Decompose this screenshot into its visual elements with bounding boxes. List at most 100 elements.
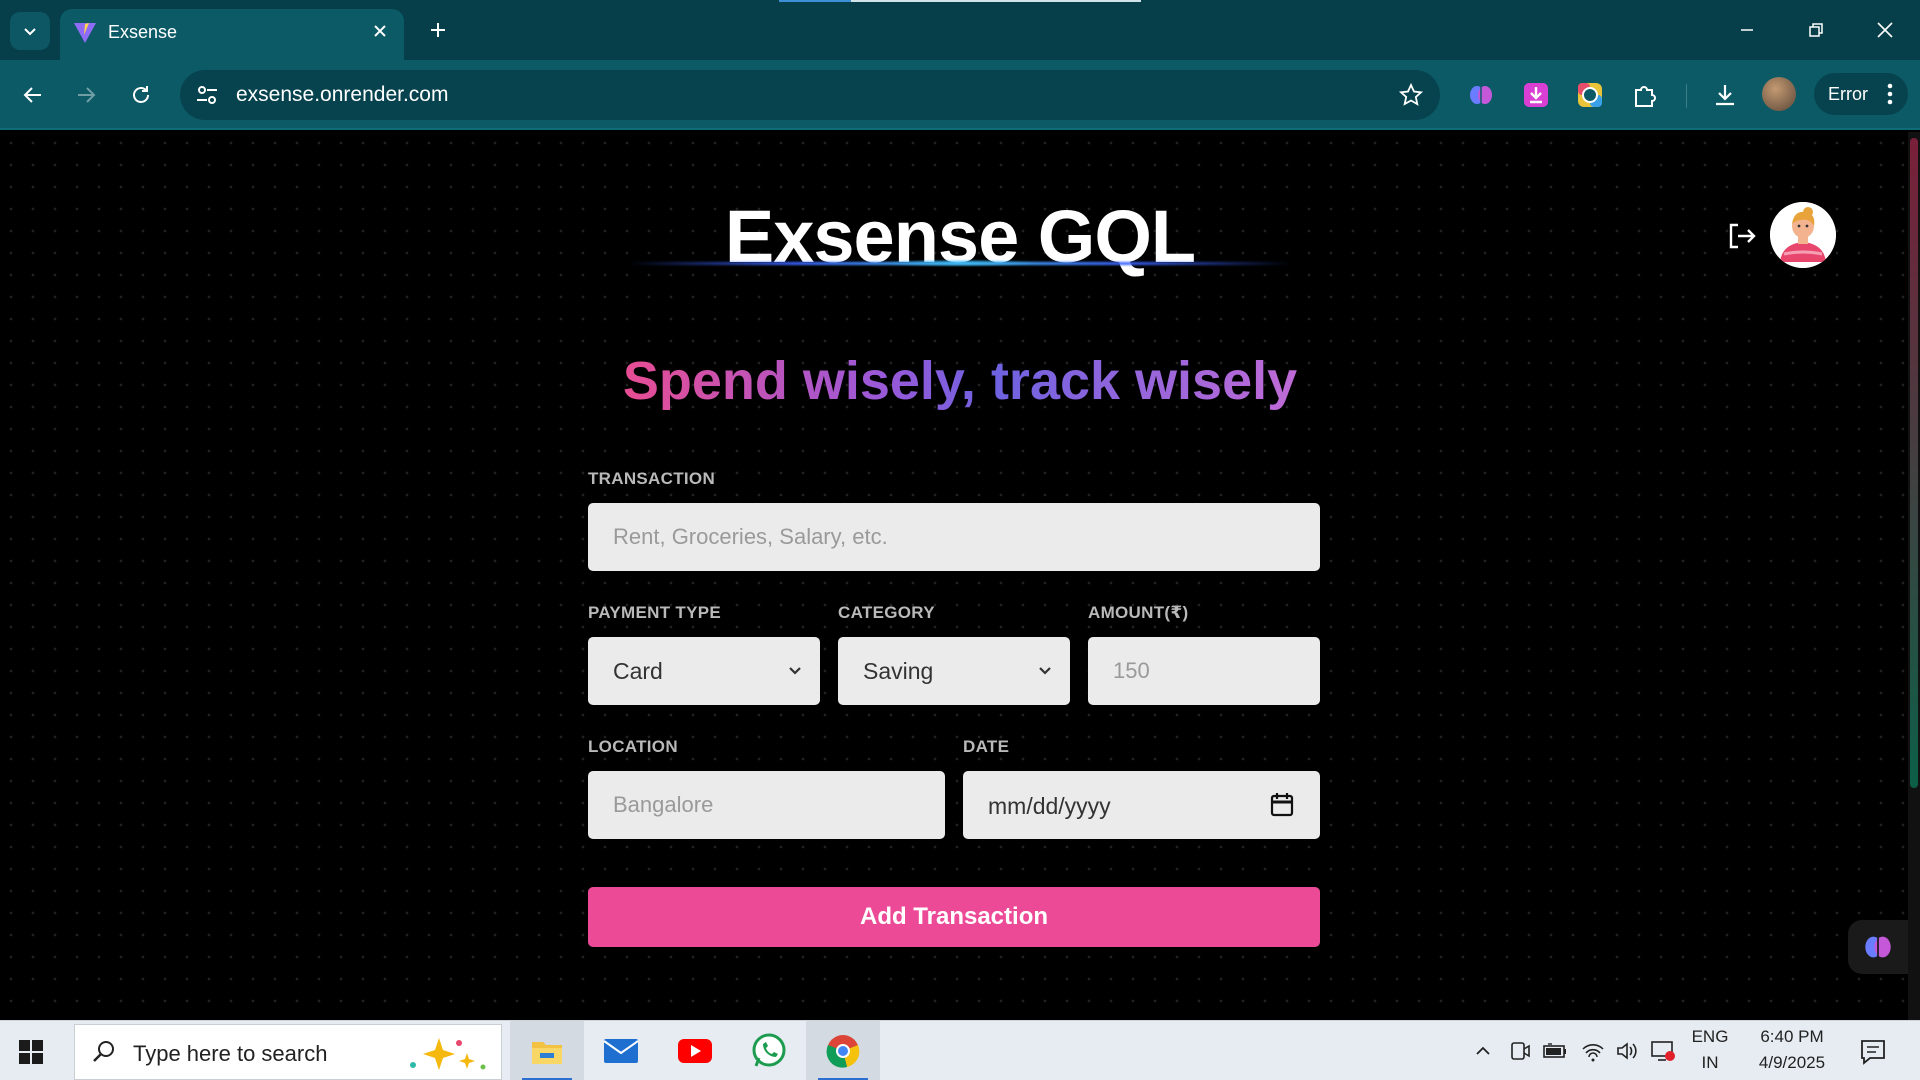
search-placeholder: Type here to search [133, 1041, 328, 1066]
browser-toolbar: exsense.onrender.com Error [0, 60, 1920, 130]
profile-error-button[interactable]: Error [1814, 73, 1908, 115]
transaction-input[interactable] [588, 503, 1320, 571]
payment-type-label: PAYMENT TYPE [588, 603, 722, 622]
download-extension-button[interactable] [1517, 76, 1555, 114]
chrome-icon [826, 1035, 860, 1068]
battery-icon [1543, 1043, 1566, 1058]
location-label: LOCATION [588, 737, 678, 756]
date-label: DATE [963, 737, 1010, 756]
payment-type-select[interactable]: Card [588, 637, 820, 705]
taskbar-search[interactable]: Type here to search [74, 1024, 502, 1080]
page-scrollbar[interactable] [1908, 132, 1920, 1020]
error-label: Error [1828, 84, 1868, 104]
brain-extension-button[interactable] [1462, 76, 1500, 114]
wifi-icon [1582, 1044, 1604, 1062]
clock-time[interactable]: 6:40 PM [1742, 1027, 1842, 1047]
minimize-button[interactable] [1724, 10, 1770, 50]
taskbar-whatsapp[interactable] [732, 1021, 806, 1080]
arrow-left-icon [23, 87, 41, 103]
security-tray-button[interactable] [1650, 1038, 1676, 1064]
location-input[interactable] [588, 771, 945, 839]
profile-avatar[interactable] [1762, 77, 1796, 111]
display-alert-icon [1651, 1041, 1675, 1061]
chevron-down-icon [789, 667, 801, 675]
language-primary[interactable]: ENG [1688, 1027, 1732, 1047]
folder-icon [532, 1042, 562, 1064]
browser-tab[interactable]: Exsense [60, 9, 404, 60]
chevron-down-icon [1039, 667, 1051, 675]
bookmark-star-icon[interactable] [1398, 82, 1424, 108]
title-glow-spot [880, 259, 1040, 267]
taskbar-youtube[interactable] [658, 1021, 732, 1080]
date-value: mm/dd/yyyy [988, 793, 1111, 819]
video-call-icon [1511, 1042, 1530, 1060]
transaction-field[interactable] [588, 503, 1320, 571]
extensions-button[interactable] [1626, 76, 1664, 114]
new-tab-button[interactable] [422, 14, 454, 46]
amount-field[interactable] [1088, 637, 1320, 705]
download-icon [1716, 85, 1734, 106]
amount-input[interactable] [1088, 637, 1320, 705]
amount-label: AMOUNT(₹) [1088, 603, 1189, 622]
address-bar[interactable]: exsense.onrender.com [180, 70, 1440, 120]
minimize-icon [1741, 29, 1753, 31]
wifi-tray-button[interactable] [1580, 1038, 1606, 1064]
volume-tray-button[interactable] [1614, 1038, 1640, 1064]
taskbar-chrome[interactable] [806, 1021, 880, 1080]
more-vert-icon [1887, 83, 1893, 105]
clock-date[interactable]: 4/9/2025 [1742, 1053, 1842, 1073]
site-settings-icon [197, 86, 217, 104]
sparkle-icon [410, 1038, 486, 1070]
app-page: Exsense GQL Spend wisely, track wisely T… [0, 132, 1920, 1020]
show-hidden-icons-button[interactable] [1470, 1038, 1496, 1064]
chevron-up-icon [1476, 1046, 1490, 1055]
taskbar-file-explorer[interactable] [510, 1021, 584, 1080]
meet-now-tray-button[interactable] [1507, 1038, 1533, 1064]
logout-icon[interactable] [1726, 220, 1758, 252]
notifications-icon[interactable] [1858, 1037, 1888, 1067]
plus-icon [431, 23, 445, 37]
browser-tab-bar: Exsense [0, 0, 1920, 60]
chevron-down-icon [24, 28, 36, 36]
url-text: exsense.onrender.com [236, 83, 449, 106]
loading-progress [779, 0, 851, 2]
arrow-right-icon [78, 87, 96, 103]
location-field[interactable] [588, 771, 945, 839]
brain-assistant-button[interactable] [1848, 920, 1908, 974]
category-value: Saving [863, 658, 934, 684]
taskbar-mail[interactable] [584, 1021, 658, 1080]
search-icon [93, 1041, 114, 1062]
color-extension-button[interactable] [1571, 76, 1609, 114]
forward-button[interactable] [67, 76, 105, 114]
windows-start-icon[interactable] [18, 1039, 44, 1065]
language-secondary[interactable]: IN [1688, 1053, 1732, 1073]
download-extension-icon [1524, 83, 1548, 107]
close-tab-button[interactable] [366, 17, 394, 45]
scrollbar-thumb[interactable] [1910, 138, 1918, 788]
close-icon [1877, 22, 1893, 38]
windows-taskbar: Type here to search ENG IN 6:40 PM 4/9/2… [0, 1020, 1920, 1080]
tab-search-button[interactable] [10, 12, 50, 50]
volume-icon [1617, 1042, 1637, 1060]
restore-button[interactable] [1793, 10, 1839, 50]
reload-button[interactable] [122, 76, 160, 114]
tagline-text: Spend wisely, track wisely [622, 351, 1298, 411]
youtube-icon [678, 1039, 712, 1063]
battery-tray-button[interactable] [1542, 1038, 1568, 1064]
user-avatar-illustration [1770, 202, 1836, 268]
toolbar-separator [1686, 84, 1687, 108]
calendar-icon[interactable] [1270, 791, 1294, 817]
restore-icon [1809, 23, 1823, 37]
user-avatar[interactable] [1770, 202, 1836, 268]
tab-title: Exsense [108, 22, 178, 42]
date-field[interactable]: mm/dd/yyyy [963, 771, 1320, 839]
downloads-button[interactable] [1706, 76, 1744, 114]
mail-icon [603, 1039, 639, 1063]
category-select[interactable]: Saving [838, 637, 1070, 705]
close-window-button[interactable] [1862, 10, 1908, 50]
tagline: Spend wisely, track wisely [0, 350, 1920, 412]
add-transaction-button[interactable]: Add Transaction [588, 887, 1320, 947]
close-icon [374, 25, 386, 37]
puzzle-icon [1635, 86, 1656, 107]
back-button[interactable] [14, 76, 52, 114]
